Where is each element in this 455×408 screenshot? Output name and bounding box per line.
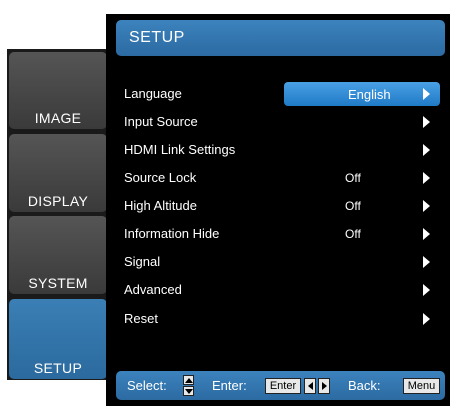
chevron-right-icon	[423, 144, 430, 156]
tab-label: SETUP	[33, 360, 83, 376]
chevron-right-icon	[423, 313, 430, 325]
menu-item-hdmi-link-settings[interactable]: HDMI Link Settings	[124, 139, 442, 161]
menu-item-language[interactable]: Language English	[124, 82, 442, 106]
enter-label: Enter:	[212, 378, 247, 393]
tab-image[interactable]: IMAGE	[9, 52, 107, 129]
tab-label: SYSTEM	[28, 275, 88, 291]
back-label: Back:	[348, 378, 381, 393]
menu-item-value: Off	[345, 227, 361, 241]
menu-item-label: Input Source	[124, 114, 198, 129]
menu-item-label: Language	[124, 86, 182, 101]
panel-title: SETUP	[116, 20, 445, 56]
right-key-icon	[318, 378, 330, 394]
menu-item-label: High Altitude	[124, 198, 197, 213]
tab-system[interactable]: SYSTEM	[9, 216, 107, 294]
menu-item-label: Source Lock	[124, 170, 197, 185]
menu-item-value: English	[348, 87, 391, 102]
menu-item-value: Off	[345, 199, 361, 213]
tab-display[interactable]: DISPLAY	[9, 134, 107, 212]
menu-item-information-hide[interactable]: Information Hide Off	[124, 223, 442, 245]
chevron-right-icon	[423, 228, 430, 240]
down-key-icon	[183, 386, 194, 396]
menu-item-value: Off	[345, 171, 361, 185]
menu-item-signal[interactable]: Signal	[124, 251, 442, 273]
tab-setup[interactable]: SETUP	[9, 299, 107, 379]
menu-item-advanced[interactable]: Advanced	[124, 279, 442, 301]
setup-panel: SETUP Language English Input Source HDMI…	[106, 14, 450, 406]
chevron-right-icon	[423, 256, 430, 268]
chevron-right-icon	[423, 200, 430, 212]
up-key-icon	[183, 375, 194, 385]
menu-item-label: HDMI Link Settings	[124, 142, 236, 157]
menu-item-label: Reset	[124, 311, 158, 326]
left-key-icon	[304, 378, 316, 394]
menu-item-label: Advanced	[124, 282, 182, 297]
menu-key-icon: Menu	[403, 378, 440, 394]
tab-label: IMAGE	[34, 110, 82, 126]
menu-item-source-lock[interactable]: Source Lock Off	[124, 167, 442, 189]
menu-item-label: Signal	[124, 254, 161, 269]
menu-item-input-source[interactable]: Input Source	[124, 111, 442, 133]
chevron-right-icon	[423, 172, 430, 184]
menu-item-high-altitude[interactable]: High Altitude Off	[124, 195, 442, 217]
tab-label: DISPLAY	[27, 193, 89, 209]
menu-item-reset[interactable]: Reset	[124, 308, 442, 330]
select-label: Select:	[127, 378, 167, 393]
chevron-right-icon	[423, 116, 430, 128]
updown-keys-icon	[183, 375, 194, 396]
chevron-right-icon	[423, 284, 430, 296]
enter-key-icon: Enter	[265, 378, 301, 394]
menu-item-label: Information Hide	[124, 226, 220, 241]
category-nav: IMAGE DISPLAY SYSTEM SETUP	[7, 49, 109, 380]
key-help-bar: Select: Enter: Enter Back: Menu	[116, 371, 445, 400]
chevron-right-icon	[423, 88, 430, 100]
